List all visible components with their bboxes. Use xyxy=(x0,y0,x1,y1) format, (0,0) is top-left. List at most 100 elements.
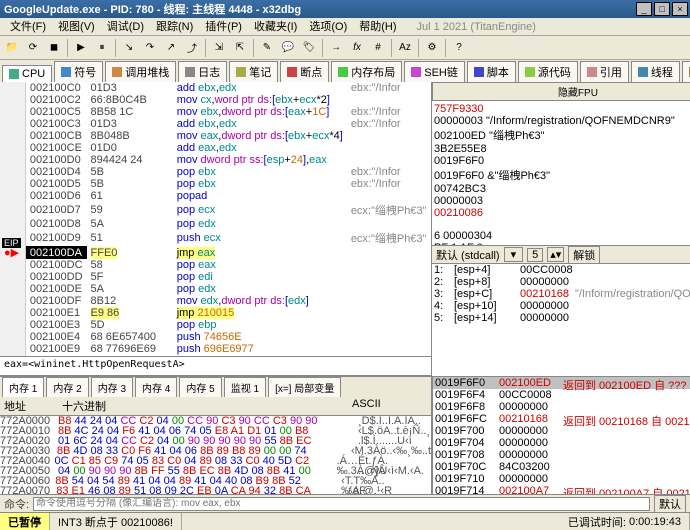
dump-tab[interactable]: 内存 4 xyxy=(135,377,177,397)
pause-icon[interactable]: ⏸ xyxy=(92,38,112,58)
arg-row[interactable]: 1:[esp+4]00CC0008 xyxy=(432,264,690,276)
tab-src[interactable]: 源代码 xyxy=(518,61,578,82)
dump-tab[interactable]: 监视 1 xyxy=(224,377,266,397)
disasm-row[interactable]: 002100D85Apop edx xyxy=(0,218,431,230)
disasm-row[interactable]: 002100DC58pop eax xyxy=(0,259,431,271)
argcount-value[interactable]: 5 xyxy=(527,248,543,262)
tab-th[interactable]: 线程 xyxy=(631,61,680,82)
argument-list[interactable]: 1:[esp+4]00CC00082:[esp+8]000000003:[esp… xyxy=(432,264,690,376)
disasm-row[interactable]: 002100DD5Fpop edi xyxy=(0,271,431,283)
step-till-ret-icon[interactable]: ⤴ xyxy=(182,38,202,58)
dump-col-ascii[interactable]: ASCII xyxy=(348,397,385,415)
label-icon[interactable]: 🏷 xyxy=(299,38,319,58)
menu-item[interactable]: 跟踪(N) xyxy=(150,18,199,35)
tab-seh[interactable]: SEH链 xyxy=(404,61,465,82)
menu-item[interactable]: 视图(V) xyxy=(52,18,101,35)
dump-body[interactable]: 772A0000B8 44 24 04 CC C2 04 00 CC 90 C3… xyxy=(0,416,431,494)
disasm-row[interactable]: 002100C301D3add ebx,edxebx:"/Infor xyxy=(0,118,431,130)
unlock-button[interactable]: 解锁 xyxy=(568,246,600,264)
menu-item[interactable]: 帮助(H) xyxy=(353,18,402,35)
step-into-icon[interactable]: ↘ xyxy=(119,38,139,58)
fpu-toggle[interactable]: 隐藏FPU xyxy=(432,82,690,101)
disasm-row[interactable]: 002100D759pop ecxecx:"缁栧Ph€3" xyxy=(0,202,431,218)
tab-mem[interactable]: 内存布局 xyxy=(331,61,402,82)
menu-item[interactable]: 调试(D) xyxy=(101,18,150,35)
stack-row[interactable]: 0019F70400000000 xyxy=(433,437,690,449)
disasm-row[interactable]: 002100E968 77696E69push 696E6977 xyxy=(0,343,431,355)
stack-row[interactable]: 0019F6F0002100ED返回到 002100ED 自 ??? xyxy=(433,377,690,389)
step-out-icon[interactable]: ↗ xyxy=(161,38,181,58)
comment-icon[interactable]: 💬 xyxy=(278,38,298,58)
stack-view[interactable]: 0019F6F0002100ED返回到 002100ED 自 ??? 0019F6… xyxy=(432,376,690,494)
menu-item[interactable]: 收藏夹(I) xyxy=(248,18,303,35)
graph-icon[interactable]: Az xyxy=(395,38,415,58)
disasm-row[interactable]: 002100DF8B12mov edx,dword ptr ds:[edx] xyxy=(0,295,431,307)
dump-tab[interactable]: 内存 3 xyxy=(91,377,133,397)
tab-note[interactable]: 笔记 xyxy=(229,61,278,82)
settings-icon[interactable]: ⚙ xyxy=(422,38,442,58)
dump-col-addr[interactable]: 地址 xyxy=(0,397,58,415)
patch-icon[interactable]: ✎ xyxy=(257,38,277,58)
open-icon[interactable]: 📁 xyxy=(2,38,22,58)
maximize-button[interactable]: □ xyxy=(654,2,670,16)
stack-row[interactable]: 0019F6F800000000 xyxy=(433,401,690,413)
disassembly-view[interactable]: EIP 002100C001D3add ebx,edxebx:"/Infor00… xyxy=(0,82,431,356)
tab-cpu[interactable]: CPU xyxy=(2,65,52,82)
arg-row[interactable]: 2:[esp+8]00000000 xyxy=(432,276,690,288)
disasm-row[interactable]: 002100D951push ecxecx:"缁栧Ph€3" xyxy=(0,230,431,246)
menu-item[interactable]: 选项(O) xyxy=(303,18,353,35)
command-input[interactable] xyxy=(33,497,650,511)
tab-sym[interactable]: 符号 xyxy=(54,61,103,82)
tab-log[interactable]: 日志 xyxy=(178,61,227,82)
dump-row[interactable]: 772A007083 E1 46 08 89 51 08 09 2C EB 0A… xyxy=(0,486,431,494)
dump-tab[interactable]: 内存 1 xyxy=(2,377,44,397)
arg-row[interactable]: 5:[esp+14]00000000 xyxy=(432,312,690,324)
restart-icon[interactable]: ⟳ xyxy=(23,38,43,58)
stack-row[interactable]: 0019F714002100A7返回到 002100A7 自 002100D7 xyxy=(433,485,690,494)
stack-row[interactable]: 0019F6FC00210168返回到 00210168 自 002100D7 xyxy=(433,413,690,425)
tab-thr[interactable]: 调用堆栈 xyxy=(105,61,176,82)
arg-row[interactable]: 3:[esp+C]00210168"/Inform/registration/Q… xyxy=(432,288,690,300)
close-button[interactable]: × xyxy=(672,2,688,16)
tab-bp[interactable]: 断点 xyxy=(280,61,329,82)
disasm-row[interactable]: 002100EE54push esp xyxy=(0,355,431,356)
command-mode-button[interactable]: 默认 xyxy=(654,495,686,513)
dump-tab[interactable]: 内存 5 xyxy=(179,377,221,397)
calc-icon[interactable]: # xyxy=(368,38,388,58)
tab-ref[interactable]: 引用 xyxy=(580,61,629,82)
menu-item[interactable]: 文件(F) xyxy=(4,18,52,35)
goto-icon[interactable]: → xyxy=(326,38,346,58)
find-icon[interactable]: fx xyxy=(347,38,367,58)
disasm-row[interactable]: 002100E1E9 86jmp 210015 xyxy=(0,307,431,319)
disasm-row[interactable]: ●▶002100DAFFE0jmp eax xyxy=(0,246,431,259)
disasm-row[interactable]: 002100C58B58 1Cmov ebx,dword ptr ds:[eax… xyxy=(0,106,431,118)
disasm-row[interactable]: 002100D45Bpop ebxebx:"/Infor xyxy=(0,166,431,178)
disasm-row[interactable]: 002100CB8B048Bmov eax,dword ptr ds:[ebx+… xyxy=(0,130,431,142)
stack-row[interactable]: 0019F70C84C03200 xyxy=(433,461,690,473)
dump-tab[interactable]: 内存 2 xyxy=(46,377,88,397)
trace-over-icon[interactable]: ⇱ xyxy=(230,38,250,58)
menu-item[interactable]: 插件(P) xyxy=(199,18,248,35)
disasm-row[interactable]: 002100E35Dpop ebp xyxy=(0,319,431,331)
disasm-row[interactable]: 002100C266:8B0C4Bmov cx,word ptr ds:[ebx… xyxy=(0,94,431,106)
dump-col-hex[interactable]: 十六进制 xyxy=(58,397,348,415)
disasm-row[interactable]: 002100D661popad xyxy=(0,190,431,202)
disasm-row[interactable]: 002100D55Bpop ebxebx:"/Infor xyxy=(0,178,431,190)
trace-into-icon[interactable]: ⇲ xyxy=(209,38,229,58)
run-icon[interactable]: ▶ xyxy=(71,38,91,58)
tab-hnd[interactable]: 句柄 xyxy=(682,61,690,82)
minimize-button[interactable]: _ xyxy=(636,2,652,16)
arg-row[interactable]: 4:[esp+10]00000000 xyxy=(432,300,690,312)
tab-scr[interactable]: 脚本 xyxy=(467,61,516,82)
step-over-icon[interactable]: ↷ xyxy=(140,38,160,58)
disasm-row[interactable]: 002100C001D3add ebx,edxebx:"/Infor xyxy=(0,82,431,94)
dump-tab[interactable]: [x=] 局部变量 xyxy=(268,377,341,397)
call-convention-label[interactable]: 默认 (stdcall) xyxy=(436,247,500,263)
disasm-row[interactable]: 002100D0894424 24mov dword ptr ss:[esp+2… xyxy=(0,154,431,166)
disasm-row[interactable]: 002100CE01D0add eax,edx xyxy=(0,142,431,154)
about-icon[interactable]: ? xyxy=(449,38,469,58)
register-view[interactable]: 757F9330 00000003 "/Inform/registration/… xyxy=(432,101,690,246)
disasm-row[interactable]: 002100E468 6E657400push 74656E xyxy=(0,331,431,343)
stop-icon[interactable]: ◼ xyxy=(44,38,64,58)
stack-row[interactable]: 0019F70800000000 xyxy=(433,449,690,461)
